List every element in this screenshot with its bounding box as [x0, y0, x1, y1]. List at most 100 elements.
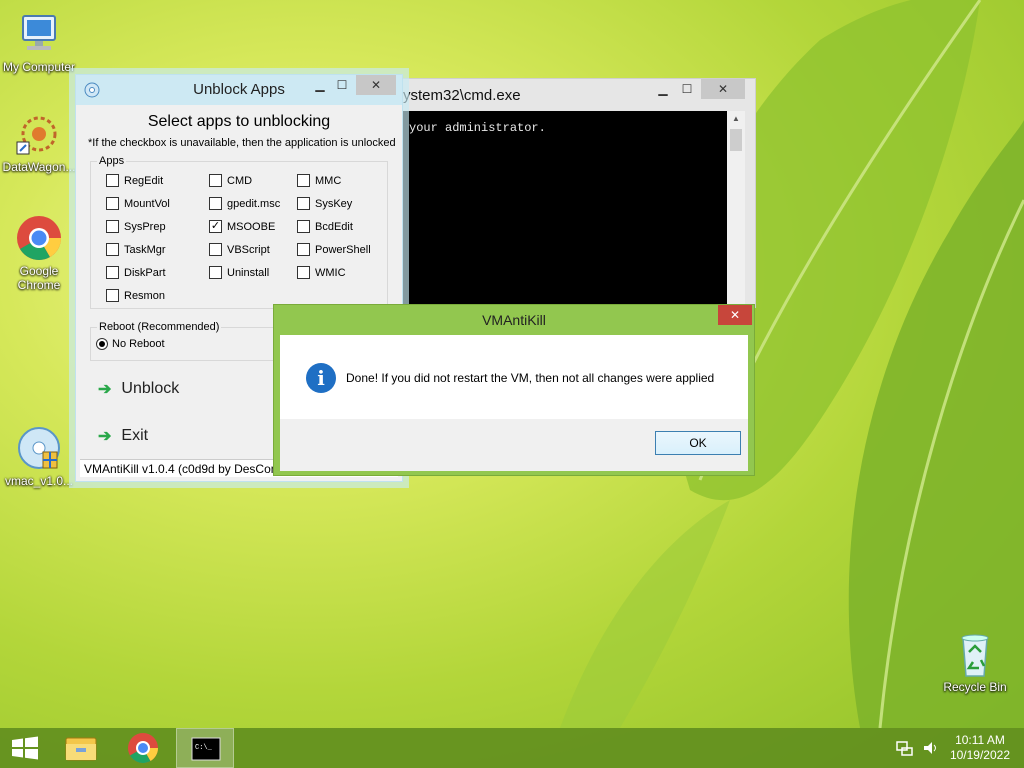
checkbox-unchecked-icon [297, 220, 310, 233]
exit-button[interactable]: ➔ Exit [90, 416, 290, 456]
svg-text:C:\_: C:\_ [195, 744, 213, 752]
desktop-icon-datawagon[interactable]: DataWagon... [0, 110, 78, 174]
ok-button[interactable]: OK [655, 431, 741, 455]
apps-group-label: Apps [97, 155, 127, 167]
computer-icon [15, 10, 63, 58]
dialog-title-bar[interactable]: VMAntiKill ✕ [274, 305, 754, 335]
green-arrow-icon: ➔ [98, 381, 112, 398]
checkbox-unchecked-icon [209, 197, 222, 210]
scrollbar-thumb[interactable] [730, 129, 742, 151]
vmantikill-dialog[interactable]: VMAntiKill ✕ i Done! If you did not rest… [273, 304, 755, 476]
clock[interactable]: 10:11 AM 10/19/2022 [950, 733, 1010, 763]
exit-button-label: Exit [121, 427, 149, 444]
app-checkbox-label: DiskPart [124, 266, 166, 279]
taskbar-chrome[interactable] [114, 728, 172, 768]
app-checkbox[interactable]: TaskMgr [106, 243, 166, 256]
taskbar-cmd[interactable]: C:\_ [176, 728, 234, 768]
app-checkbox[interactable]: MMC [297, 174, 341, 187]
desktop-icon-label: Google Chrome [17, 264, 61, 292]
no-reboot-label: No Reboot [112, 338, 165, 350]
app-checkbox[interactable]: RegEdit [106, 174, 163, 187]
green-arrow-icon: ➔ [98, 428, 112, 445]
checkbox-unchecked-icon [106, 289, 119, 302]
clock-time: 10:11 AM [955, 733, 1005, 747]
app-checkbox[interactable]: BcdEdit [297, 220, 353, 233]
no-reboot-radio[interactable]: No Reboot [96, 338, 165, 350]
checkbox-unchecked-icon [106, 243, 119, 256]
desktop-icon-label: My Computer [2, 60, 76, 74]
app-checkbox[interactable]: ✓ MSOOBE [209, 220, 275, 233]
installer-icon [15, 424, 63, 472]
checkbox-unchecked-icon [297, 197, 310, 210]
checkbox-checked-icon: ✓ [209, 220, 222, 233]
app-checkbox[interactable]: DiskPart [106, 266, 166, 279]
info-icon: i [306, 363, 336, 393]
app-checkbox-label: WMIC [315, 266, 346, 279]
taskbar-file-explorer[interactable] [52, 728, 110, 768]
cmd-window-title: ystem32\cmd.exe [403, 87, 521, 104]
desktop-icon-vmac-installer[interactable]: vmac_v1.0... [0, 424, 78, 488]
unblock-button[interactable]: ➔ Unblock [90, 369, 290, 409]
recycle-bin-icon [951, 630, 999, 678]
app-checkbox-label: Resmon [124, 289, 165, 302]
app-checkbox-label: Uninstall [227, 266, 270, 279]
app-checkbox[interactable]: Resmon [106, 289, 165, 302]
app-checkbox-label: VBScript [227, 243, 270, 256]
console-output[interactable]: your administrator. [403, 111, 727, 307]
app-checkbox-label: MountVol [124, 197, 170, 210]
cmd-window[interactable]: ystem32\cmd.exe ▁ ☐ ✕ your administrator… [396, 78, 756, 308]
unblock-title-bar[interactable]: Unblock Apps ▁ ☐ ✕ [76, 75, 402, 105]
app-checkbox-label: gpedit.msc [227, 197, 281, 210]
maximize-button[interactable]: ☐ [328, 75, 356, 95]
app-checkbox-label: BcdEdit [315, 220, 353, 233]
cmd-icon: C:\_ [191, 737, 221, 761]
start-button[interactable] [0, 728, 58, 768]
close-button[interactable]: ✕ [356, 75, 396, 95]
checkbox-unchecked-icon [297, 266, 310, 279]
close-button[interactable]: ✕ [701, 79, 745, 99]
app-checkbox[interactable]: SysKey [297, 197, 352, 210]
maximize-button[interactable]: ☐ [673, 79, 701, 99]
dialog-body: i Done! If you did not restart the VM, t… [280, 335, 748, 419]
dialog-message: Done! If you did not restart the VM, the… [346, 371, 715, 385]
desktop-icon-my-computer[interactable]: My Computer [0, 10, 78, 74]
app-checkbox-label: SysKey [315, 197, 353, 210]
app-checkbox-label: RegEdit [124, 174, 164, 187]
checkbox-unchecked-icon [106, 174, 119, 187]
app-checkbox[interactable]: VBScript [209, 243, 270, 256]
checkbox-unchecked-icon [106, 220, 119, 233]
app-checkbox[interactable]: gpedit.msc [209, 197, 280, 210]
desktop-icon-google-chrome[interactable]: Google Chrome [0, 214, 78, 292]
clock-date: 10/19/2022 [949, 748, 1010, 762]
checkbox-unchecked-icon [209, 266, 222, 279]
checkbox-unchecked-icon [297, 174, 310, 187]
checkbox-note: *If the checkbox is unavailable, then th… [88, 137, 396, 149]
checkbox-unchecked-icon [209, 243, 222, 256]
desktop-icon-label: Recycle Bin [943, 680, 1007, 694]
dialog-title: VMAntiKill [482, 312, 546, 328]
app-checkbox[interactable]: MountVol [106, 197, 170, 210]
checkbox-unchecked-icon [297, 243, 310, 256]
app-checkbox-label: MMC [315, 174, 342, 187]
checkbox-unchecked-icon [106, 266, 119, 279]
reboot-group-label: Reboot (Recommended) [97, 321, 222, 333]
volume-icon[interactable] [922, 740, 940, 756]
app-checkbox[interactable]: CMD [209, 174, 252, 187]
unblock-button-label: Unblock [121, 380, 180, 397]
console-scrollbar[interactable]: ▲ [727, 111, 745, 307]
datawagon-icon [15, 110, 63, 158]
app-checkbox[interactable]: WMIC [297, 266, 346, 279]
desktop-icon-recycle-bin[interactable]: Recycle Bin [936, 630, 1014, 694]
scroll-up-icon[interactable]: ▲ [727, 111, 745, 127]
app-checkbox[interactable]: SysPrep [106, 220, 166, 233]
app-checkbox[interactable]: Uninstall [209, 266, 269, 279]
chrome-icon [15, 214, 63, 262]
checkbox-unchecked-icon [209, 174, 222, 187]
network-icon[interactable] [896, 740, 914, 756]
cmd-title-bar[interactable]: ystem32\cmd.exe ▁ ☐ ✕ [397, 79, 755, 109]
dialog-close-button[interactable]: ✕ [718, 305, 752, 325]
desktop-icon-label: vmac_v1.0... [4, 474, 74, 488]
app-checkbox-label: TaskMgr [124, 243, 166, 256]
dialog-footer: OK [280, 419, 748, 471]
app-checkbox[interactable]: PowerShell [297, 243, 371, 256]
